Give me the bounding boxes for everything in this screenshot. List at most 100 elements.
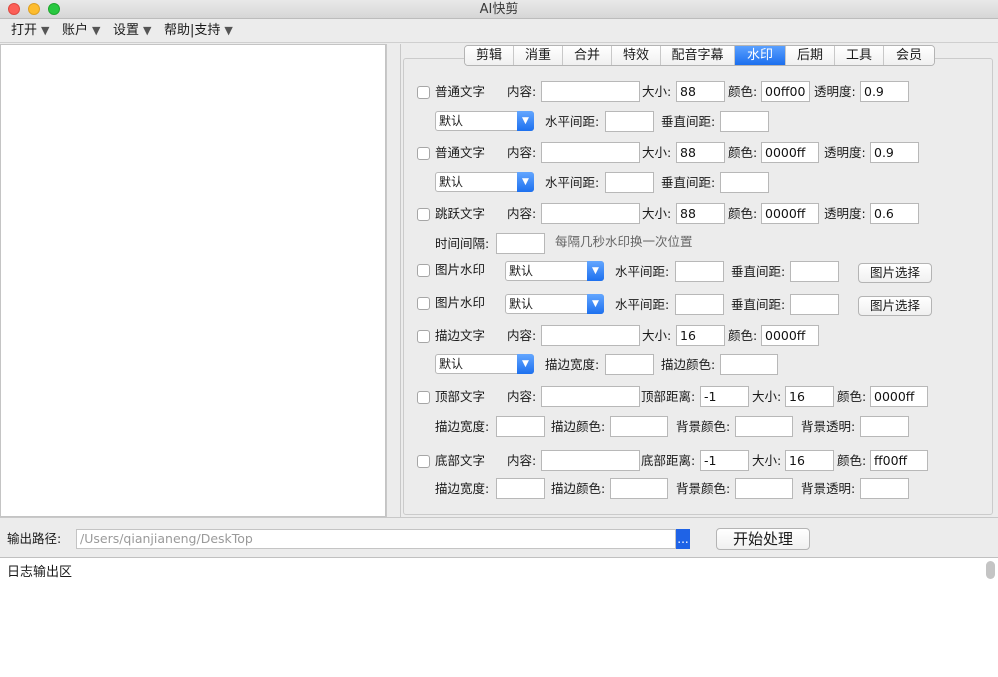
image-wm-1-position-select[interactable]: 默认 ▼ — [505, 261, 604, 281]
normal-text-1-checkbox[interactable] — [417, 86, 430, 99]
h-spacing-label: 水平间距: — [545, 175, 600, 190]
color-label: 颜色: — [837, 389, 867, 404]
menu-help[interactable]: 帮助|支持 ▼ — [164, 22, 233, 40]
normal-text-1-h-spacing-input[interactable] — [605, 111, 654, 132]
chevron-down-icon: ▼ — [517, 111, 534, 131]
normal-text-2-h-spacing-input[interactable] — [605, 172, 654, 193]
image-wm-2-position-select[interactable]: 默认 ▼ — [505, 294, 604, 314]
tab-member[interactable]: 会员 — [884, 46, 934, 65]
bottom-text-stroke-color-input[interactable] — [610, 478, 668, 499]
log-scrollbar[interactable] — [986, 561, 995, 579]
normal-text-1-position-select[interactable]: 默认 ▼ — [435, 111, 534, 131]
interval-label: 时间间隔: — [435, 236, 490, 251]
title-bar: AI快剪 — [0, 0, 998, 19]
tab-dedup[interactable]: 消重 — [514, 46, 563, 65]
top-text-bg-opacity-input[interactable] — [860, 416, 909, 437]
normal-text-1-color-input[interactable]: 00ff00 — [761, 81, 810, 102]
top-text-size-input[interactable]: 16 — [785, 386, 834, 407]
bottom-text-stroke-width-input[interactable] — [496, 478, 545, 499]
bottom-text-distance-input[interactable]: -1 — [700, 450, 749, 471]
normal-text-1-opacity-input[interactable]: 0.9 — [860, 81, 909, 102]
top-text-content-input[interactable] — [541, 386, 640, 407]
content-label: 内容: — [507, 206, 537, 221]
tab-tools[interactable]: 工具 — [835, 46, 884, 65]
tab-dubbing-subtitles[interactable]: 配音字幕 — [661, 46, 735, 65]
image-wm-1-select-button[interactable]: 图片选择 — [858, 263, 932, 283]
image-wm-2-v-spacing-input[interactable] — [790, 294, 839, 315]
stroke-text-content-input[interactable] — [541, 325, 640, 346]
jump-text-checkbox[interactable] — [417, 208, 430, 221]
bg-opacity-label: 背景透明: — [801, 419, 856, 434]
image-wm-1-v-spacing-input[interactable] — [790, 261, 839, 282]
size-label: 大小: — [752, 453, 782, 468]
select-value: 默认 — [509, 264, 534, 278]
content-label: 内容: — [507, 145, 537, 160]
output-bar: 输出路径: /Users/qianjianeng/DeskTop ... 开始处… — [0, 517, 998, 557]
stroke-width-label: 描边宽度: — [545, 357, 600, 372]
menu-help-label: 帮助|支持 — [164, 23, 221, 38]
stroke-width-label: 描边宽度: — [435, 481, 490, 496]
normal-text-2-checkbox[interactable] — [417, 147, 430, 160]
stroke-text-position-select[interactable]: 默认 ▼ — [435, 354, 534, 374]
tab-edit[interactable]: 剪辑 — [465, 46, 514, 65]
dropdown-arrow-icon: ▼ — [92, 24, 101, 37]
tab-merge[interactable]: 合并 — [563, 46, 612, 65]
top-text-color-input[interactable]: 0000ff — [870, 386, 928, 407]
menu-settings[interactable]: 设置 ▼ — [113, 22, 151, 40]
log-area[interactable]: 日志输出区 — [0, 557, 998, 677]
stroke-text-color-input[interactable]: 0000ff — [761, 325, 819, 346]
select-value: 默认 — [439, 357, 464, 371]
output-path-input[interactable]: /Users/qianjianeng/DeskTop — [76, 529, 676, 549]
top-text-checkbox[interactable] — [417, 391, 430, 404]
normal-text-2-opacity-input[interactable]: 0.9 — [870, 142, 919, 163]
menu-open[interactable]: 打开 ▼ — [11, 22, 49, 40]
image-wm-2-h-spacing-input[interactable] — [675, 294, 724, 315]
tab-effects[interactable]: 特效 — [612, 46, 661, 65]
image-wm-1-checkbox[interactable] — [417, 264, 430, 277]
image-wm-2-select-button[interactable]: 图片选择 — [858, 296, 932, 316]
stroke-text-label: 描边文字 — [435, 328, 486, 343]
file-list-panel[interactable] — [0, 44, 386, 517]
tab-post[interactable]: 后期 — [786, 46, 835, 65]
stroke-text-width-input[interactable] — [605, 354, 654, 375]
browse-button[interactable]: ... — [676, 529, 690, 549]
image-wm-1-h-spacing-input[interactable] — [675, 261, 724, 282]
jump-text-color-input[interactable]: 0000ff — [761, 203, 819, 224]
normal-text-2-color-input[interactable]: 0000ff — [761, 142, 819, 163]
panel-splitter[interactable] — [386, 44, 401, 517]
top-text-bg-color-input[interactable] — [735, 416, 793, 437]
menu-account[interactable]: 账户 ▼ — [62, 22, 100, 40]
v-spacing-label: 垂直间距: — [731, 264, 786, 279]
top-text-stroke-width-input[interactable] — [496, 416, 545, 437]
normal-text-2-position-select[interactable]: 默认 ▼ — [435, 172, 534, 192]
bottom-text-bg-color-input[interactable] — [735, 478, 793, 499]
bg-color-label: 背景颜色: — [676, 481, 731, 496]
bottom-text-label: 底部文字 — [435, 453, 486, 468]
jump-text-interval-input[interactable] — [496, 233, 545, 254]
bottom-text-color-input[interactable]: ff00ff — [870, 450, 928, 471]
tab-bar: 剪辑 消重 合并 特效 配音字幕 水印 后期 工具 会员 — [464, 45, 935, 66]
bottom-text-bg-opacity-input[interactable] — [860, 478, 909, 499]
bottom-text-checkbox[interactable] — [417, 455, 430, 468]
jump-text-content-input[interactable] — [541, 203, 640, 224]
start-processing-button[interactable]: 开始处理 — [716, 528, 810, 550]
normal-text-1-v-spacing-input[interactable] — [720, 111, 769, 132]
normal-text-1-content-input[interactable] — [541, 81, 640, 102]
top-text-distance-input[interactable]: -1 — [700, 386, 749, 407]
jump-text-opacity-input[interactable]: 0.6 — [870, 203, 919, 224]
bottom-text-size-input[interactable]: 16 — [785, 450, 834, 471]
top-text-stroke-color-input[interactable] — [610, 416, 668, 437]
tab-watermark[interactable]: 水印 — [735, 46, 786, 65]
normal-text-1-size-input[interactable]: 88 — [676, 81, 725, 102]
jump-text-size-input[interactable]: 88 — [676, 203, 725, 224]
stroke-text-color-input-2[interactable] — [720, 354, 778, 375]
normal-text-2-size-input[interactable]: 88 — [676, 142, 725, 163]
image-wm-2-checkbox[interactable] — [417, 297, 430, 310]
stroke-text-size-input[interactable]: 16 — [676, 325, 725, 346]
v-spacing-label: 垂直间距: — [661, 114, 716, 129]
color-label: 颜色: — [728, 145, 758, 160]
normal-text-2-content-input[interactable] — [541, 142, 640, 163]
normal-text-2-v-spacing-input[interactable] — [720, 172, 769, 193]
stroke-text-checkbox[interactable] — [417, 330, 430, 343]
bottom-text-content-input[interactable] — [541, 450, 640, 471]
